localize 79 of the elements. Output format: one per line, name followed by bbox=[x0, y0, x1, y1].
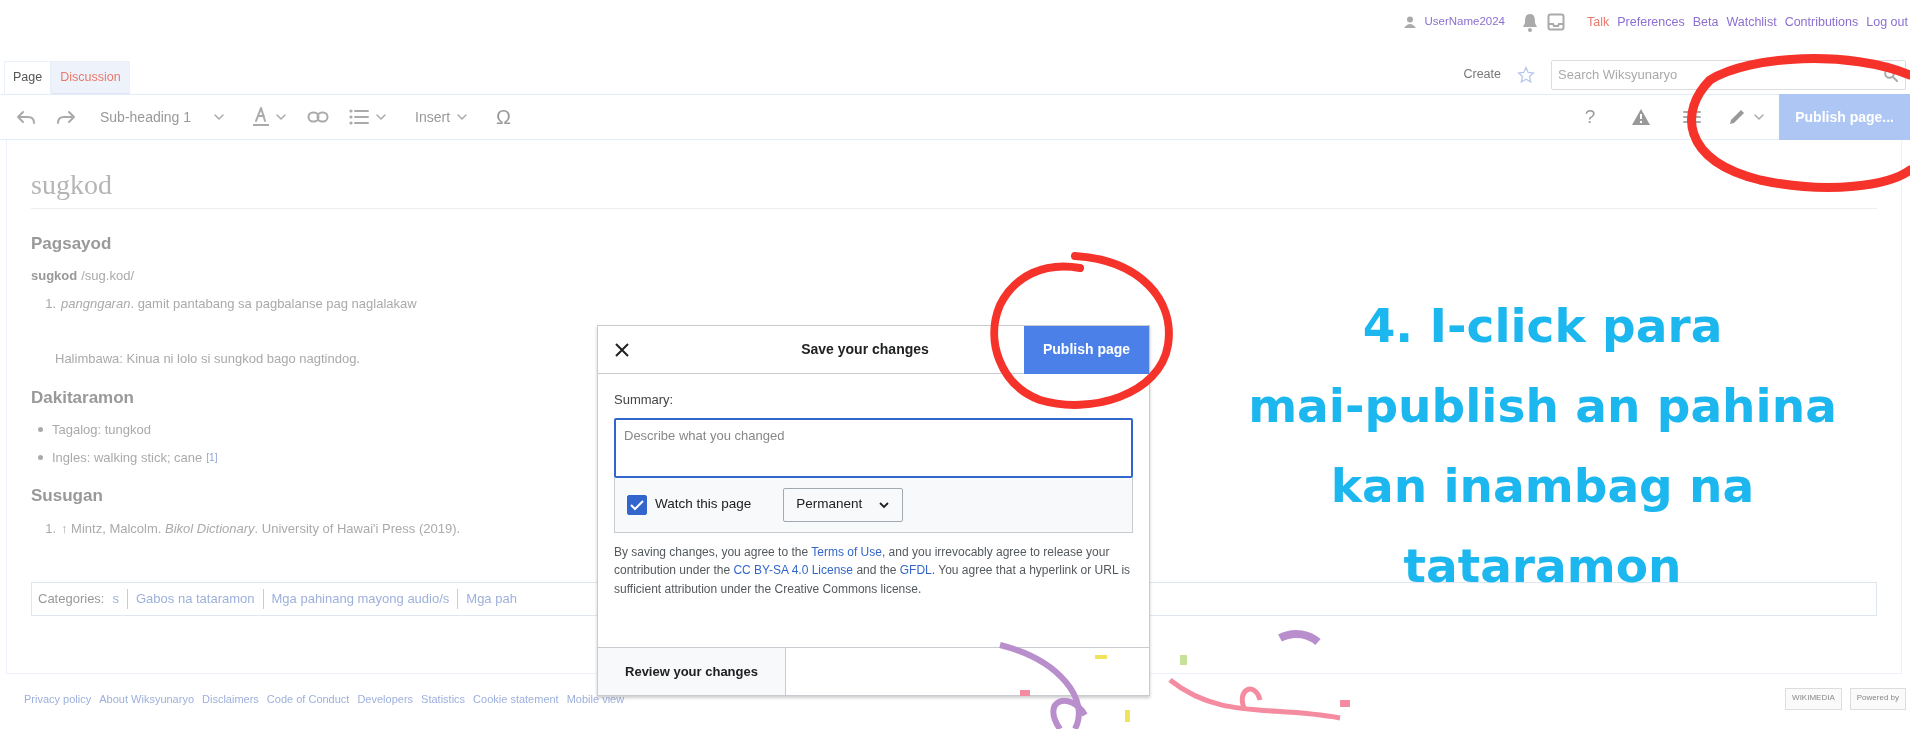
page-tab[interactable]: Discussion bbox=[51, 61, 130, 94]
callout-text: 4. I-click para bbox=[1362, 297, 1723, 355]
menu-icon bbox=[1683, 110, 1702, 124]
footer-link[interactable]: Cookie statement bbox=[473, 690, 559, 708]
warning-icon bbox=[1631, 108, 1652, 126]
list-item-text: Ingles: walking stick; cane bbox=[52, 448, 203, 467]
license-notice: By saving changes, you agree to the Terms of Use, and you irrevocably agree to release your contribution under the CC BY-SA 4.0 License and the GFDL. You agree that a hyperlink or URL is sufficient attribution under the Creative Commons license. bbox=[614, 543, 1132, 598]
section-heading: Dakitaramon bbox=[31, 386, 134, 409]
page-title: sugkod bbox=[31, 168, 1877, 209]
check-icon bbox=[630, 498, 644, 511]
undo-icon[interactable] bbox=[16, 109, 36, 125]
section-heading: Susugan bbox=[31, 485, 103, 508]
notice-link[interactable]: CC BY-SA 4.0 License bbox=[733, 563, 854, 578]
definition-text: ↑ Mintz, Malcolm. Bikol Dictionary. University of Hawai'i Press (2019). bbox=[61, 519, 461, 538]
review-changes-button[interactable]: Review your changes bbox=[598, 648, 786, 695]
publish-page-button[interactable]: Publish page... bbox=[1779, 94, 1910, 140]
bullet-icon bbox=[38, 454, 43, 460]
user-menu-link[interactable]: Preferences bbox=[1617, 12, 1685, 32]
watch-label: Watch this page bbox=[655, 495, 752, 514]
category-link[interactable]: Gabos na tataramon bbox=[136, 589, 255, 609]
example-sentence: Halimbawa: Kinua ni lolo si sungkod bago nagtindog. bbox=[55, 351, 360, 367]
user-icon bbox=[1404, 16, 1417, 28]
section-heading: Pagsayod bbox=[31, 232, 112, 255]
summary-label: Summary: bbox=[614, 391, 675, 409]
bell-icon[interactable] bbox=[1521, 12, 1539, 32]
help-button[interactable]: ? bbox=[1578, 95, 1602, 139]
callout-text: kan inambag na bbox=[1330, 457, 1755, 515]
heading-style-dropdown[interactable]: Sub-heading 1 bbox=[94, 95, 232, 139]
chevron-icon bbox=[213, 111, 226, 123]
create-tab[interactable]: Create bbox=[1455, 59, 1509, 90]
user-menu-link[interactable]: Talk bbox=[1587, 12, 1610, 32]
special-character-button[interactable]: Ω bbox=[490, 95, 518, 139]
footer-link[interactable]: About Wiksyunaryo bbox=[99, 690, 194, 708]
reference-link[interactable]: [1] bbox=[206, 449, 218, 465]
link-icon bbox=[307, 110, 330, 124]
category-link[interactable]: Mga pah bbox=[466, 589, 517, 609]
watch-checkbox[interactable] bbox=[627, 494, 647, 515]
publish-page-button[interactable]: Publish page bbox=[1024, 325, 1149, 374]
chevron-icon bbox=[275, 111, 288, 123]
footer-link[interactable]: Disclaimers bbox=[202, 690, 259, 708]
headword: sugkod bbox=[31, 267, 78, 286]
list-item-text: Tagalog: tungkod bbox=[52, 421, 152, 440]
pronunciation: /sug.kod/ bbox=[81, 267, 134, 286]
page-tab[interactable]: Page bbox=[4, 61, 52, 94]
footer-link[interactable]: Statistics bbox=[421, 690, 466, 708]
list-icon bbox=[349, 109, 370, 125]
user-menu-link[interactable]: Contributions bbox=[1784, 12, 1859, 32]
text-style-icon bbox=[253, 107, 270, 127]
close-icon bbox=[614, 341, 630, 358]
footer-badge[interactable]: Powered by bbox=[1849, 688, 1906, 710]
categories-label: Categories: bbox=[38, 590, 105, 609]
redo-icon[interactable] bbox=[56, 109, 76, 125]
bullet-icon bbox=[38, 427, 43, 433]
chevron-icon bbox=[375, 111, 388, 123]
star-icon[interactable] bbox=[1517, 65, 1535, 84]
footer-badge[interactable]: WIKIMEDIA bbox=[1785, 688, 1842, 710]
dialog-title: Save your changes bbox=[800, 340, 930, 359]
list-number: 1. bbox=[44, 294, 57, 313]
footer-link[interactable]: Privacy policy bbox=[24, 690, 92, 708]
list-number: 1. bbox=[44, 519, 57, 538]
callout-text: tataramon bbox=[1403, 537, 1682, 595]
callout-text: mai-publish an pahina bbox=[1248, 377, 1837, 435]
user-menu-link[interactable]: Watchlist bbox=[1726, 12, 1777, 32]
category-link[interactable]: Mga pahinang mayong audio/s bbox=[271, 589, 450, 609]
notice-link[interactable]: GFDL bbox=[899, 563, 932, 578]
summary-field[interactable]: Describe what you changed bbox=[614, 417, 1133, 478]
insert-dropdown[interactable]: Insert bbox=[409, 95, 475, 139]
username-link[interactable]: UserName2024 bbox=[1424, 13, 1505, 31]
footer-link[interactable]: Developers bbox=[357, 690, 414, 708]
tray-icon[interactable] bbox=[1547, 13, 1565, 31]
user-menu-link[interactable]: Beta bbox=[1692, 12, 1719, 32]
watch-period-dropdown[interactable]: Permanent bbox=[783, 487, 904, 522]
notice-link[interactable]: Terms of Use bbox=[811, 544, 882, 559]
footer-link[interactable]: Code of Conduct bbox=[266, 690, 350, 708]
category-link[interactable]: s bbox=[112, 589, 119, 609]
user-menu-link[interactable]: Log out bbox=[1866, 12, 1908, 32]
definition-text: pangngaran. gamit pantabang sa pagbalanse pag naglalakaw bbox=[61, 294, 417, 313]
chevron-icon bbox=[1753, 111, 1766, 123]
chevron-icon bbox=[456, 111, 469, 123]
